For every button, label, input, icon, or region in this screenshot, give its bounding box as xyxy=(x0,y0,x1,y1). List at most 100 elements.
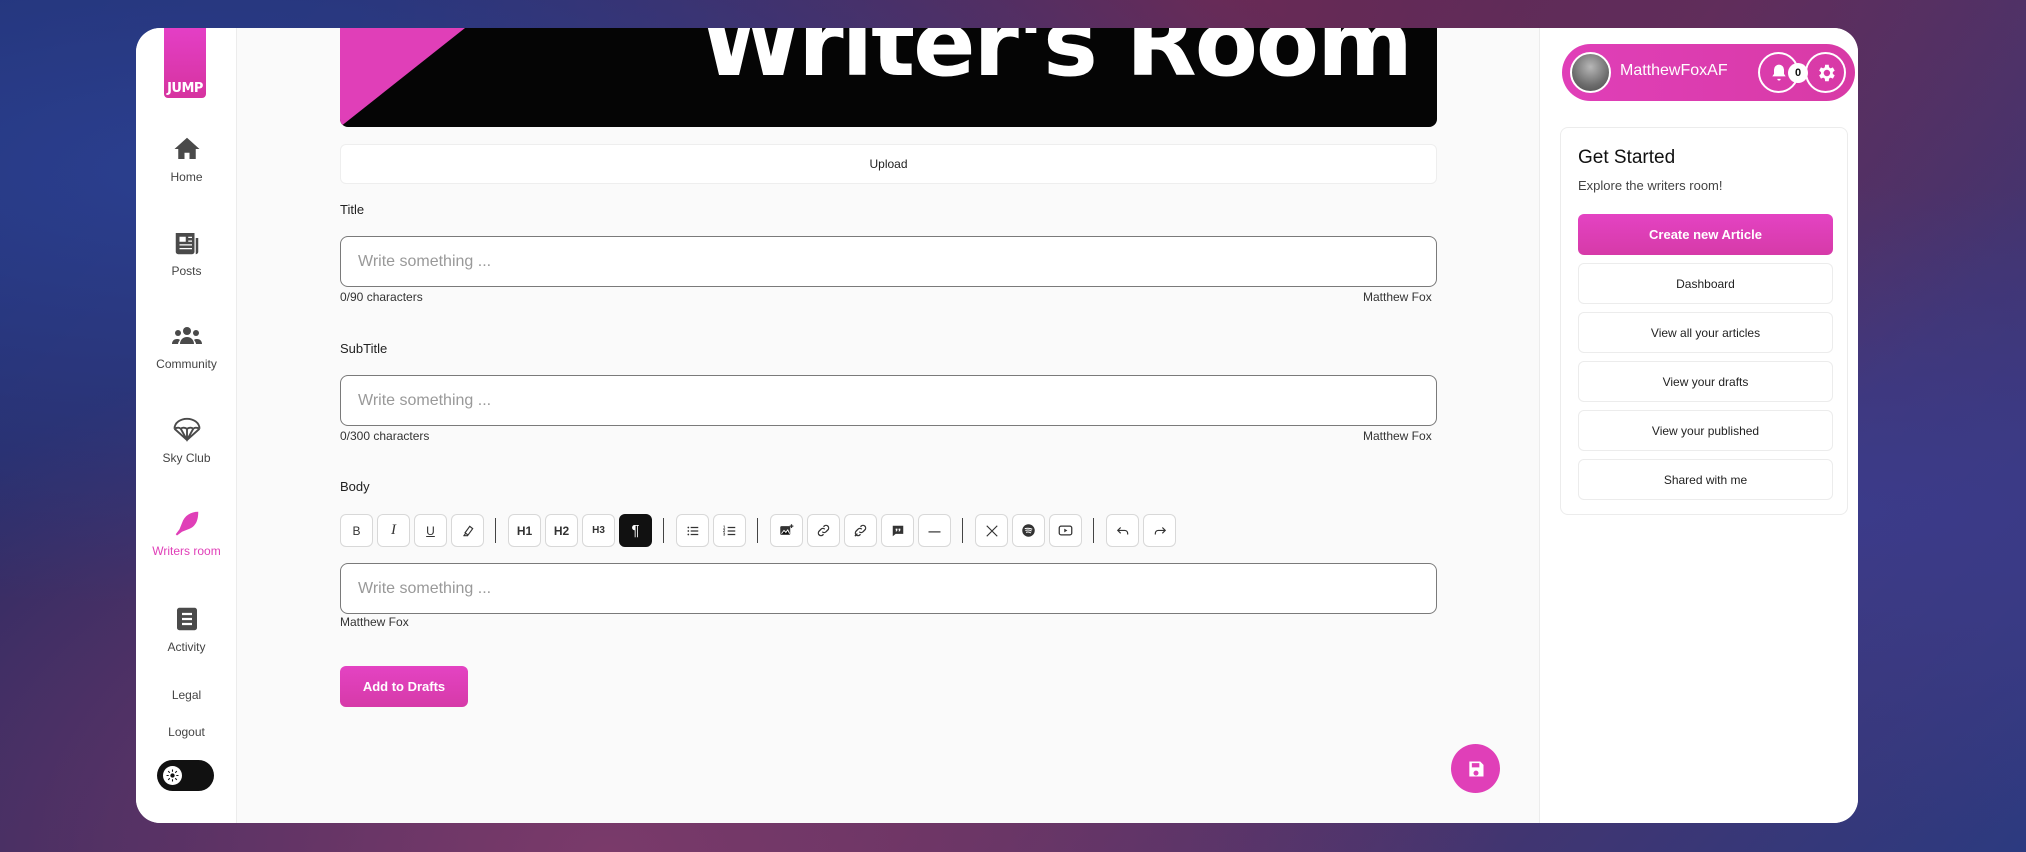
shared-with-me-button[interactable]: Shared with me xyxy=(1578,459,1833,500)
nav-label-writers-room: Writers room xyxy=(152,544,221,558)
bold-label: B xyxy=(352,523,361,538)
toolbar-divider xyxy=(1093,518,1094,543)
unlink-icon xyxy=(854,524,867,537)
newspaper-icon xyxy=(175,233,198,255)
right-panel: MatthewFoxAF 0 Get Started Explore the w… xyxy=(1539,28,1858,823)
user-bar: MatthewFoxAF 0 xyxy=(1562,44,1855,101)
remove-link-button[interactable] xyxy=(844,514,877,547)
subtitle-input[interactable]: Write something ... xyxy=(340,375,1437,426)
writers-room-banner: Writer's Room xyxy=(340,28,1437,127)
title-input[interactable]: Write something ... xyxy=(340,236,1437,287)
subtitle-label: SubTitle xyxy=(340,341,388,356)
h2-label: H2 xyxy=(553,523,570,538)
underline-label: U xyxy=(426,523,435,538)
toolbar-divider xyxy=(757,518,758,543)
embed-spotify-button[interactable] xyxy=(1012,514,1045,547)
h3-button[interactable]: H3 xyxy=(582,514,615,547)
nav-item-posts[interactable]: Posts xyxy=(136,228,237,278)
undo-icon xyxy=(1116,526,1128,534)
app-window: JUMP Home Posts Community Sky Club Write… xyxy=(136,28,1858,823)
bullet-list-button[interactable] xyxy=(676,514,709,547)
h1-label: H1 xyxy=(516,523,533,538)
image-add-icon xyxy=(780,524,794,535)
upload-button[interactable]: Upload xyxy=(340,144,1437,184)
bell-icon xyxy=(1771,64,1786,80)
users-icon xyxy=(171,327,202,344)
create-new-article-button[interactable]: Create new Article xyxy=(1578,214,1833,255)
nav-label-home: Home xyxy=(170,170,203,184)
toolbar-divider xyxy=(962,518,963,543)
italic-label: I xyxy=(391,522,396,538)
nav-label-activity: Activity xyxy=(167,640,206,654)
bullet-list-icon xyxy=(686,526,698,535)
app-logo[interactable]: JUMP xyxy=(164,28,206,98)
subtitle-author: Matthew Fox xyxy=(1363,429,1432,443)
nav-item-activity[interactable]: Activity xyxy=(136,604,237,654)
nav-label-sky-club: Sky Club xyxy=(162,451,211,465)
card-subtitle: Explore the writers room! xyxy=(1578,178,1723,193)
embed-youtube-button[interactable] xyxy=(1049,514,1082,547)
view-drafts-button[interactable]: View your drafts xyxy=(1578,361,1833,402)
title-char-counter: 0/90 characters xyxy=(340,290,423,304)
svg-text:3: 3 xyxy=(723,531,726,536)
undo-button[interactable] xyxy=(1106,514,1139,547)
nav-item-writers-room[interactable]: Writers room xyxy=(136,508,237,558)
sun-icon xyxy=(163,766,182,785)
editor-main: Writer's Room Upload Title Write somethi… xyxy=(237,28,1539,823)
spotify-icon xyxy=(1022,524,1035,537)
logout-link[interactable]: Logout xyxy=(136,725,237,739)
ordered-list-button[interactable]: 123 xyxy=(713,514,746,547)
body-input[interactable]: Write something ... xyxy=(340,563,1437,614)
h3-label: H3 xyxy=(592,525,605,536)
username[interactable]: MatthewFoxAF xyxy=(1620,62,1728,80)
body-label: Body xyxy=(340,479,370,494)
ordered-list-icon: 123 xyxy=(723,524,735,536)
h2-button[interactable]: H2 xyxy=(545,514,578,547)
underline-button[interactable]: U xyxy=(414,514,447,547)
get-started-card: Get Started Explore the writers room! Cr… xyxy=(1560,127,1848,515)
insert-link-button[interactable] xyxy=(807,514,840,547)
toolbar-divider xyxy=(663,518,664,543)
list-icon xyxy=(176,607,197,631)
quote-button[interactable] xyxy=(881,514,914,547)
h1-button[interactable]: H1 xyxy=(508,514,541,547)
x-logo-icon xyxy=(985,524,998,537)
redo-icon xyxy=(1154,526,1166,534)
banner-accent-shape xyxy=(340,28,465,127)
avatar[interactable] xyxy=(1570,52,1611,93)
home-icon xyxy=(174,137,199,159)
paragraph-button[interactable]: ¶ xyxy=(619,514,652,547)
highlight-button[interactable] xyxy=(451,514,484,547)
save-icon xyxy=(1468,761,1483,776)
insert-image-button[interactable] xyxy=(770,514,803,547)
nav-item-sky-club[interactable]: Sky Club xyxy=(136,415,237,465)
title-label: Title xyxy=(340,202,365,217)
paragraph-label: ¶ xyxy=(631,522,640,539)
view-published-button[interactable]: View your published xyxy=(1578,410,1833,451)
body-author: Matthew Fox xyxy=(340,615,409,629)
left-sidebar: JUMP Home Posts Community Sky Club Write… xyxy=(136,28,237,823)
banner-title: Writer's Room xyxy=(700,28,1413,97)
save-button[interactable] xyxy=(1451,744,1500,793)
dashboard-button[interactable]: Dashboard xyxy=(1578,263,1833,304)
add-to-drafts-button[interactable]: Add to Drafts xyxy=(340,666,468,707)
legal-link[interactable]: Legal xyxy=(136,688,237,702)
horizontal-rule-label: — xyxy=(928,523,941,538)
gear-icon xyxy=(1818,64,1835,81)
settings-button[interactable] xyxy=(1805,52,1846,93)
logo-text: JUMP xyxy=(167,81,203,96)
feather-icon xyxy=(175,511,198,536)
nav-item-home[interactable]: Home xyxy=(136,134,237,184)
redo-button[interactable] xyxy=(1143,514,1176,547)
italic-button[interactable]: I xyxy=(377,514,410,547)
theme-toggle[interactable] xyxy=(157,760,214,791)
view-all-articles-button[interactable]: View all your articles xyxy=(1578,312,1833,353)
embed-x-button[interactable] xyxy=(975,514,1008,547)
link-icon xyxy=(817,524,830,537)
bold-button[interactable]: B xyxy=(340,514,373,547)
horizontal-rule-button[interactable]: — xyxy=(918,514,951,547)
nav-item-community[interactable]: Community xyxy=(136,321,237,371)
title-author: Matthew Fox xyxy=(1363,290,1432,304)
card-title: Get Started xyxy=(1578,147,1676,168)
notification-count-badge: 0 xyxy=(1788,63,1808,83)
